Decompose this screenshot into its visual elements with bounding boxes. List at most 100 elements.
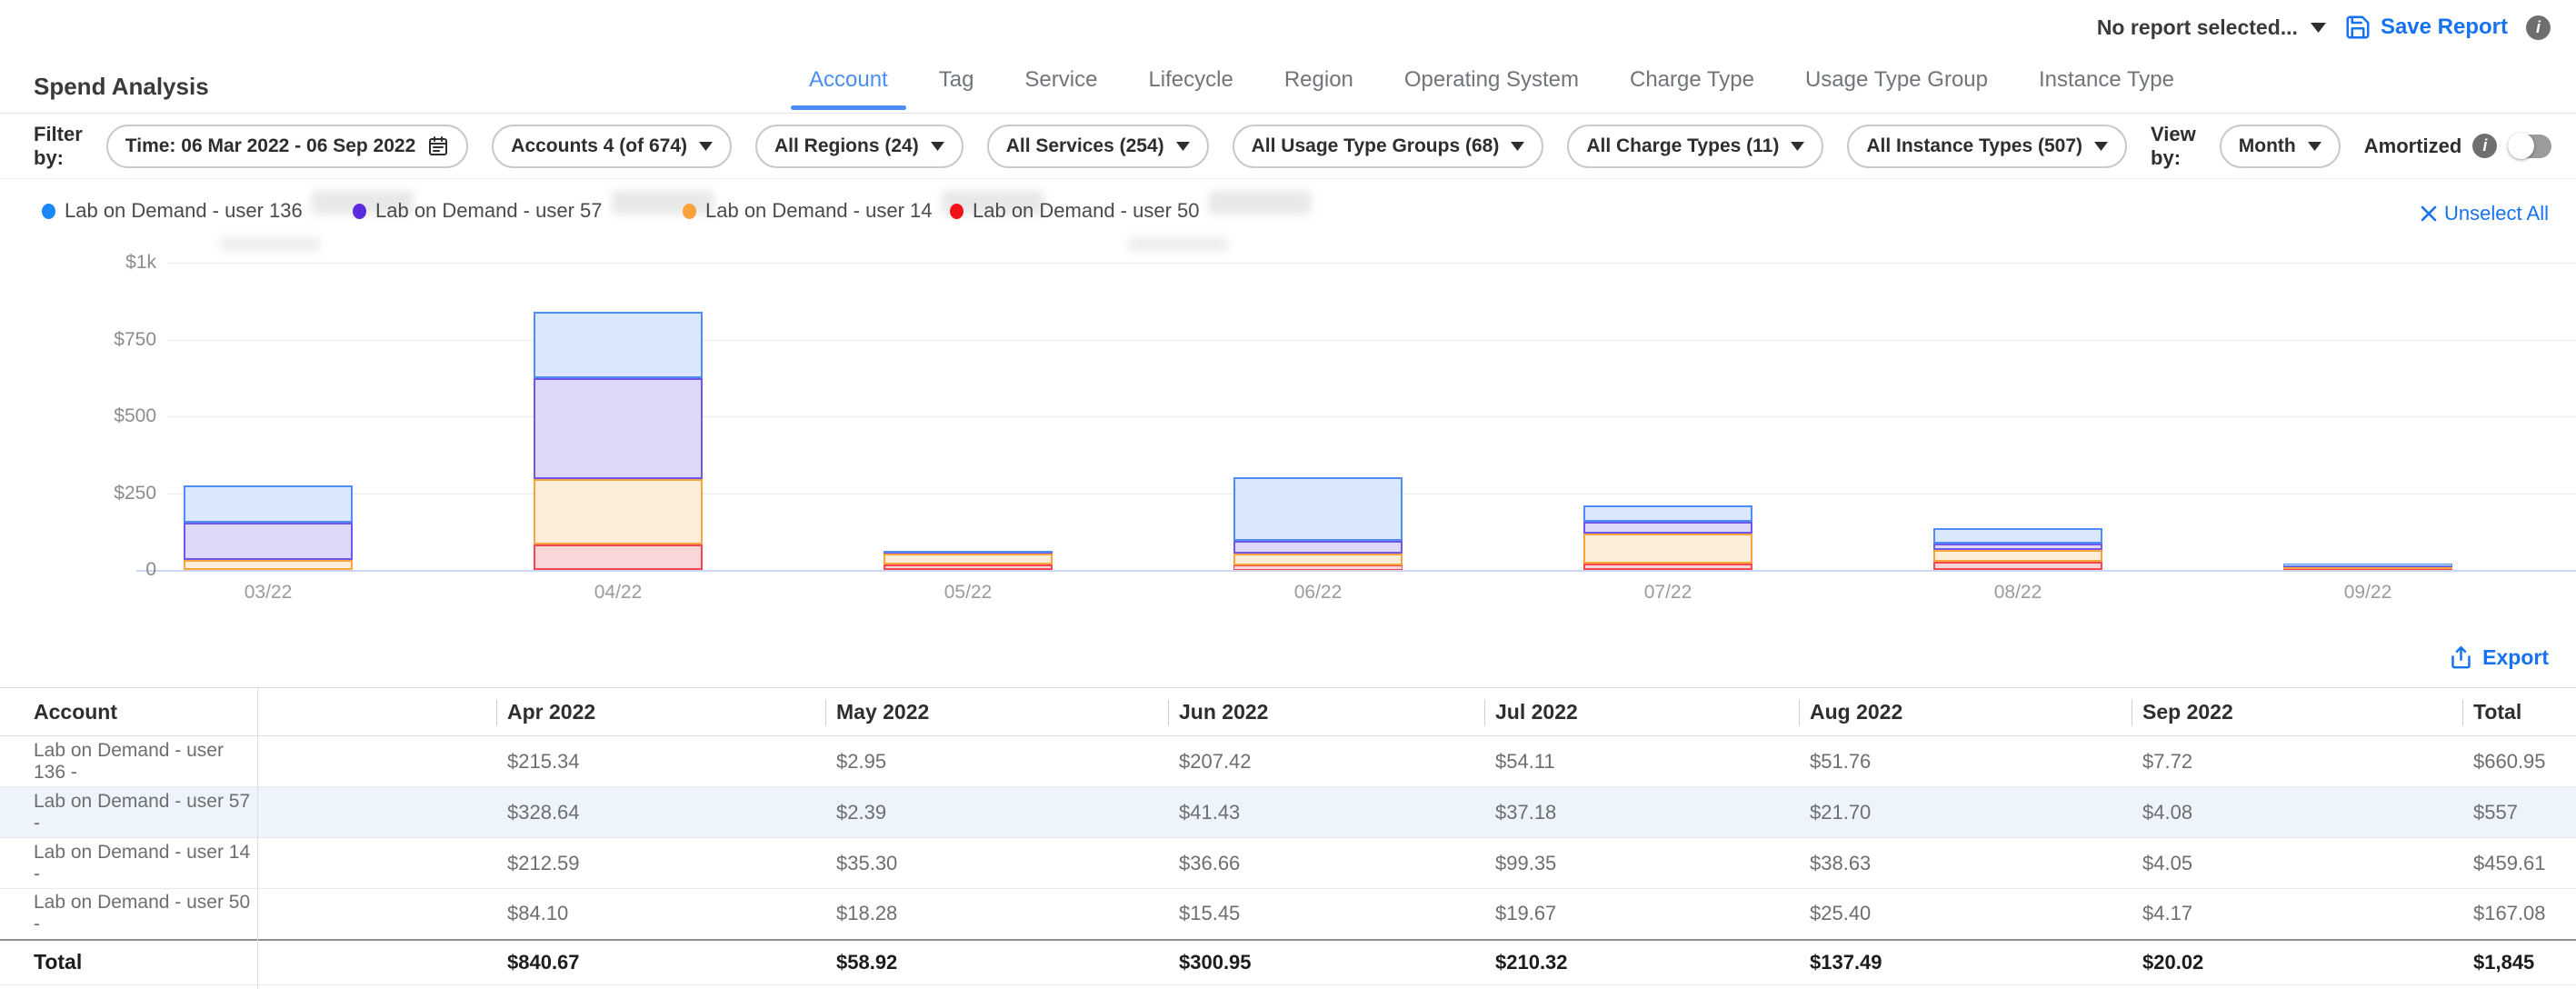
table-row: Lab on Demand - user 14 - $212.59 $35.30… [0, 838, 2576, 889]
amortized-info-icon[interactable]: i [2472, 134, 2497, 158]
value-cell: $212.59 [496, 838, 825, 889]
bar-segment[interactable] [1933, 550, 2102, 562]
tab-lifecycle[interactable]: Lifecycle [1148, 67, 1233, 93]
bar-segment[interactable] [534, 479, 703, 544]
tab-instance-type[interactable]: Instance Type [2039, 67, 2174, 93]
save-report-info-icon[interactable]: i [2526, 15, 2551, 40]
value-cell: $215.34 [496, 736, 825, 787]
chevron-down-icon [931, 142, 944, 151]
x-axis-label: 05/22 [895, 582, 1041, 604]
account-column-divider [257, 687, 258, 989]
column-header-jul[interactable]: Jul 2022 [1484, 688, 1799, 736]
value-cell: $54.11 [1484, 736, 1799, 787]
bar-segment[interactable] [534, 378, 703, 479]
services-filter-pill[interactable]: All Services (254) [987, 125, 1209, 168]
accounts-filter-pill[interactable]: Accounts 4 (of 674) [492, 125, 732, 168]
legend-label: Lab on Demand - user 57 [375, 199, 603, 223]
bar-segment[interactable] [184, 485, 353, 523]
column-header-apr[interactable]: Apr 2022 [496, 688, 825, 736]
legend-item-user-57[interactable]: Lab on Demand - user 57 [353, 199, 714, 223]
column-header-may[interactable]: May 2022 [825, 688, 1168, 736]
value-cell: $51.76 [1799, 736, 2132, 787]
save-report-button[interactable]: Save Report [2344, 14, 2508, 41]
x-axis-label: 07/22 [1595, 582, 1741, 604]
legend-item-user-50[interactable]: Lab on Demand - user 50 [950, 199, 1311, 223]
tab-region[interactable]: Region [1284, 67, 1353, 93]
bar-segment[interactable] [534, 312, 703, 378]
bar-segment[interactable] [884, 564, 1053, 570]
tab-operating-system[interactable]: Operating System [1404, 67, 1579, 93]
bar-segment[interactable] [534, 544, 703, 570]
instance-types-filter-pill[interactable]: All Instance Types (507) [1847, 125, 2127, 168]
tab-account[interactable]: Account [809, 67, 888, 93]
bar-segment[interactable] [1933, 544, 2102, 550]
legend-label: Lab on Demand - user 136 [65, 199, 303, 223]
amortized-toggle[interactable] [2508, 135, 2551, 158]
spacer-cell [257, 838, 496, 889]
bar-06/22[interactable] [1233, 263, 1403, 570]
regions-filter-pill[interactable]: All Regions (24) [755, 125, 964, 168]
filter-by-label: Filter by: [34, 123, 83, 170]
bar-segment[interactable] [1583, 564, 1752, 570]
page-title: Spend Analysis [34, 73, 209, 101]
bar-03/22[interactable] [184, 263, 353, 570]
tab-service[interactable]: Service [1024, 67, 1097, 93]
export-button[interactable]: Export [2449, 645, 2549, 670]
value-cell: $15.45 [1168, 889, 1484, 940]
table-total-row: Total $840.67 $58.92 $300.95 $210.32 $13… [0, 940, 2576, 985]
redacted-text [220, 238, 320, 251]
bar-segment[interactable] [1583, 522, 1752, 534]
column-header-account[interactable]: Account [0, 688, 257, 736]
charge-types-filter-pill[interactable]: All Charge Types (11) [1567, 125, 1823, 168]
bar-segment[interactable] [1233, 477, 1403, 541]
usage-type-groups-filter-pill[interactable]: All Usage Type Groups (68) [1233, 125, 1544, 168]
bar-09/22[interactable] [2283, 263, 2452, 570]
bar-segment[interactable] [2283, 564, 2452, 566]
bar-segment[interactable] [1233, 565, 1403, 570]
bar-segment[interactable] [184, 560, 353, 570]
tab-usage-type-group[interactable]: Usage Type Group [1805, 67, 1988, 93]
bar-segment[interactable] [1583, 505, 1752, 522]
bar-05/22[interactable] [884, 263, 1053, 570]
column-header-total[interactable]: Total [2462, 688, 2576, 736]
bar-segment[interactable] [1233, 554, 1403, 564]
account-name: Lab on Demand - user 136 - [34, 740, 257, 784]
filter-bar: Filter by: Time: 06 Mar 2022 - 06 Sep 20… [0, 114, 2576, 178]
tab-bar: Account Tag Service Lifecycle Region Ope… [809, 0, 2174, 113]
bar-04/22[interactable] [534, 263, 703, 570]
calendar-icon [427, 135, 449, 157]
bar-08/22[interactable] [1933, 263, 2102, 570]
total-value-cell: $210.32 [1484, 940, 1799, 985]
bar-segment[interactable] [184, 523, 353, 560]
value-cell: $207.42 [1168, 736, 1484, 787]
total-value-cell: $58.92 [825, 940, 1168, 985]
bar-segment[interactable] [1933, 528, 2102, 544]
tab-tag[interactable]: Tag [939, 67, 974, 93]
chevron-down-icon [1791, 142, 1804, 151]
close-icon [2421, 205, 2437, 222]
tab-charge-type[interactable]: Charge Type [1630, 67, 1754, 93]
bar-segment[interactable] [1933, 562, 2102, 570]
bar-segment[interactable] [1583, 534, 1752, 564]
y-axis-label: $500 [0, 405, 156, 427]
value-cell: $7.72 [2132, 736, 2462, 787]
bar-segment[interactable] [884, 554, 1053, 564]
instance-types-filter-value: All Instance Types (507) [1866, 135, 2082, 157]
column-header-sep[interactable]: Sep 2022 [2132, 688, 2462, 736]
column-header-aug[interactable]: Aug 2022 [1799, 688, 2132, 736]
y-axis-label: $250 [0, 483, 156, 504]
toggle-knob [2508, 133, 2534, 159]
bar-07/22[interactable] [1583, 263, 1752, 570]
bar-segment[interactable] [884, 551, 1053, 553]
legend-dot-purple [353, 204, 366, 219]
time-filter-pill[interactable]: Time: 06 Mar 2022 - 06 Sep 2022 [106, 125, 468, 168]
redacted-text [1209, 191, 1311, 215]
bar-segment[interactable] [1233, 541, 1403, 554]
view-by-month-pill[interactable]: Month [2220, 125, 2341, 168]
column-header-jun[interactable]: Jun 2022 [1168, 688, 1484, 736]
account-name: Lab on Demand - user 14 - [34, 842, 257, 885]
unselect-all-button[interactable]: Unselect All [2421, 202, 2549, 225]
total-value-cell: $1,845 [2462, 940, 2576, 985]
value-cell: $99.35 [1484, 838, 1799, 889]
amortized-label: Amortized [2364, 135, 2462, 158]
